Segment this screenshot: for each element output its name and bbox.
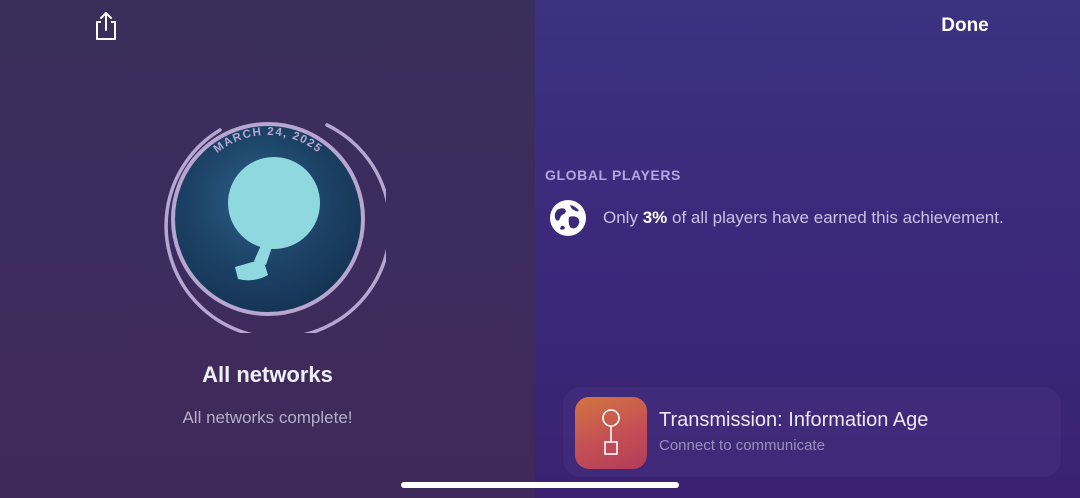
share-icon	[96, 12, 116, 40]
achievement-description: All networks complete!	[182, 408, 353, 427]
global-players-text: Only 3% of all players have earned this …	[603, 208, 1004, 227]
globe-icon	[550, 200, 586, 236]
done-button[interactable]: Done	[930, 12, 1000, 40]
achievement-title: All networks	[202, 362, 333, 387]
global-players-stat: Only 3% of all players have earned this …	[548, 197, 1004, 239]
game-card[interactable]: Transmission: Information Age Connect to…	[563, 387, 1061, 477]
achievement-badge: MARCH 24, 2025	[150, 97, 386, 333]
achievement-detail-screen: Done MARCH 24, 2025 All networks All net…	[0, 0, 1080, 498]
home-indicator[interactable]	[401, 482, 679, 488]
share-button[interactable]	[92, 10, 120, 42]
global-players-heading: GLOBAL PLAYERS	[545, 167, 681, 183]
transmission-app-icon	[575, 397, 647, 469]
game-title: Transmission: Information Age	[659, 409, 929, 431]
global-players-percent: 3%	[642, 208, 668, 227]
game-subtitle: Connect to communicate	[659, 437, 825, 454]
